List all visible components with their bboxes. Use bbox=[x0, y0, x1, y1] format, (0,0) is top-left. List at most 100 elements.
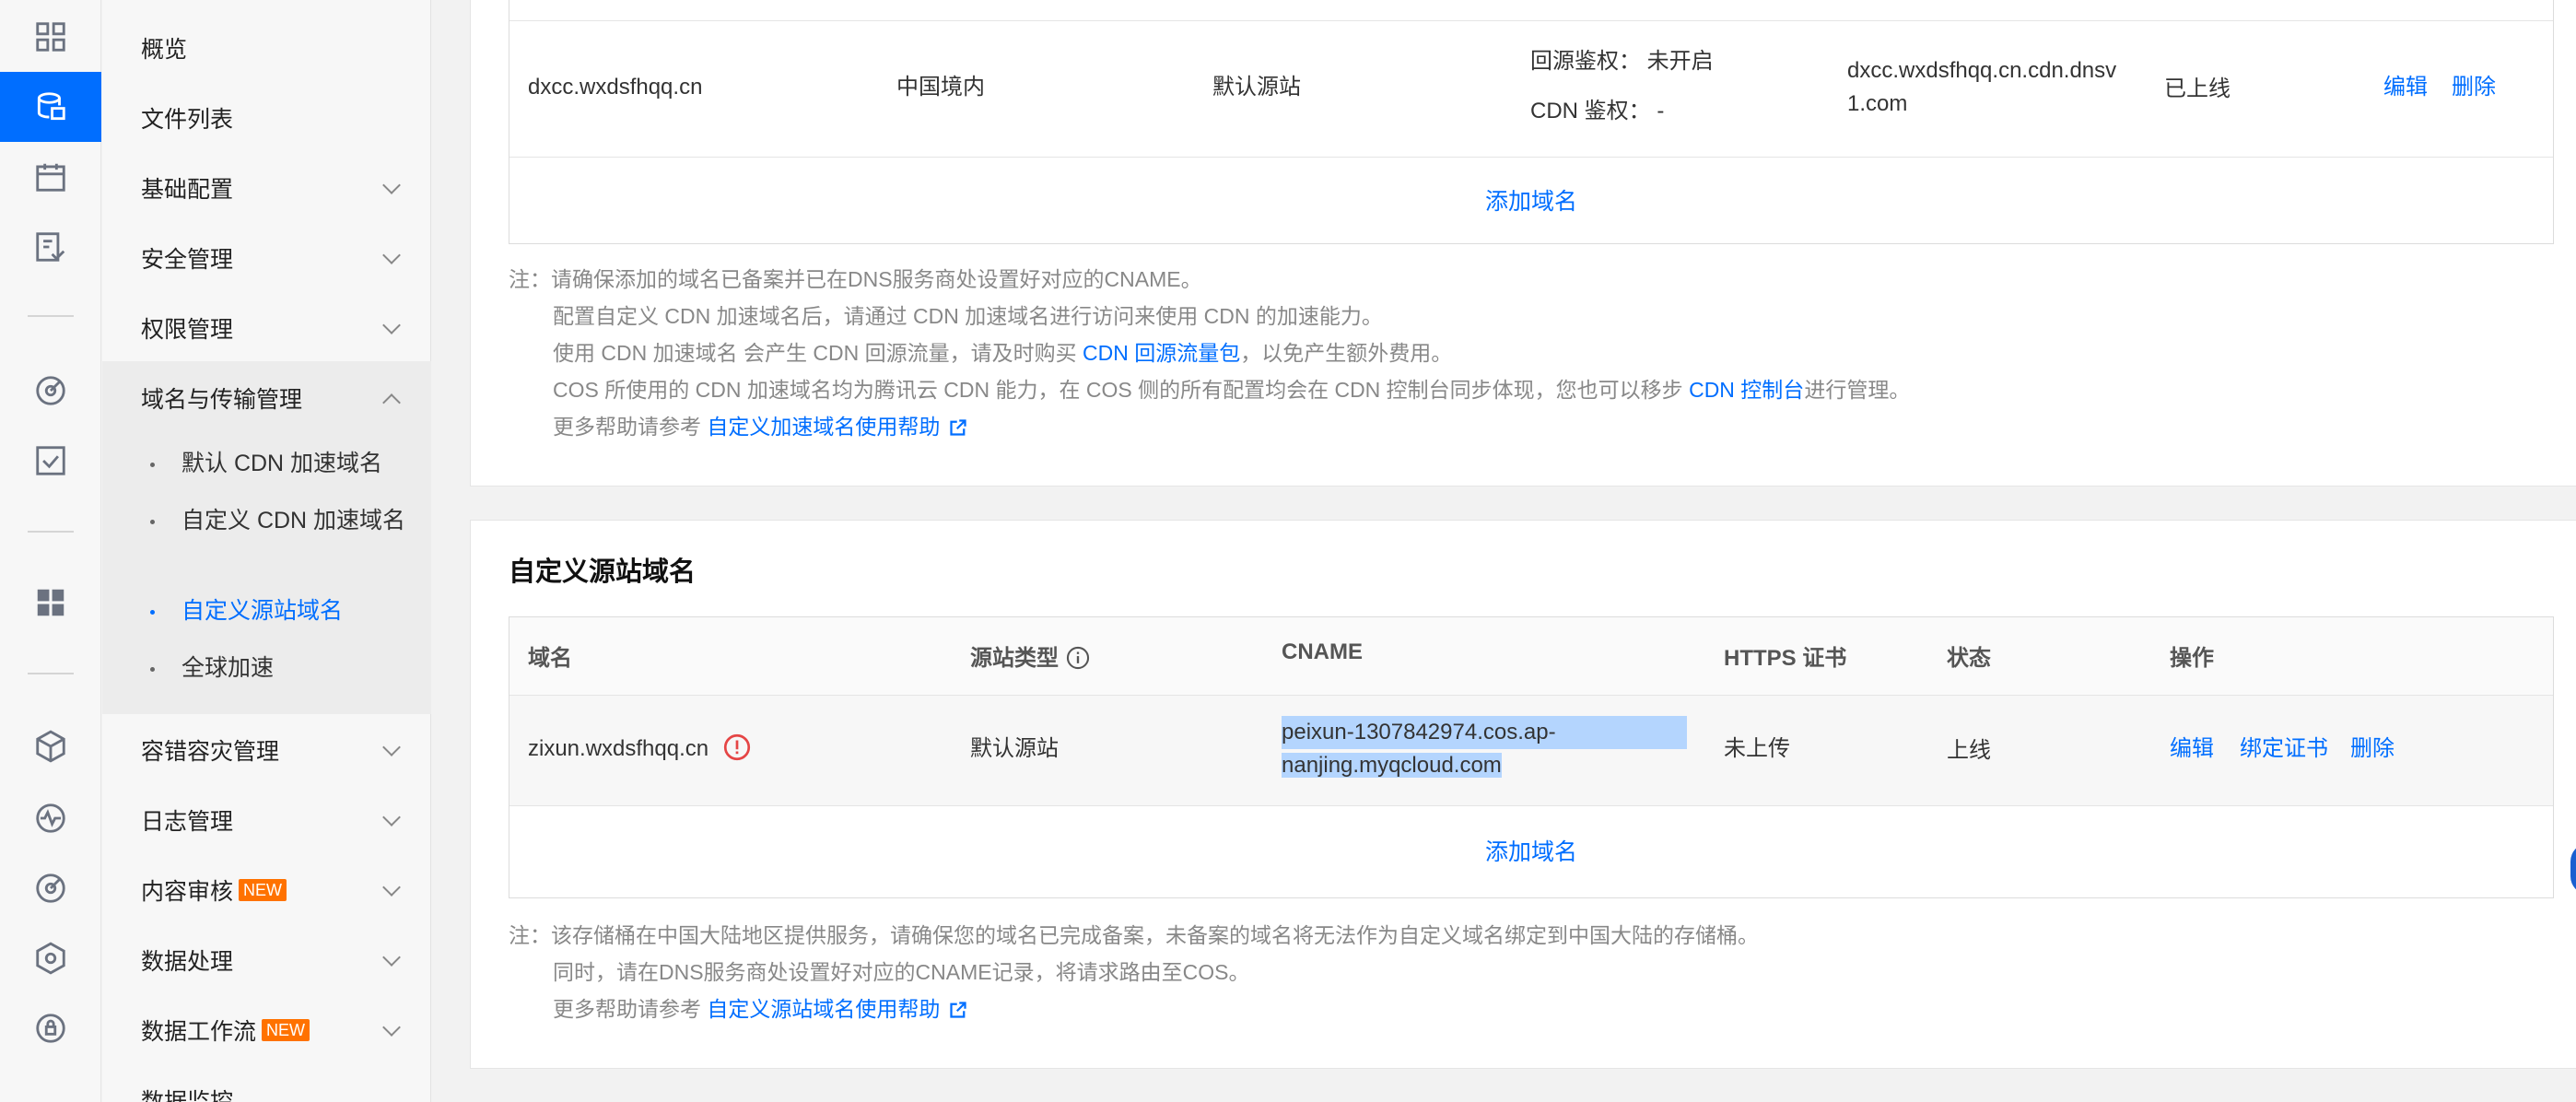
origin-notes: 注：该存储桶在中国大陆地区提供服务，请确保您的域名已完成备案，未备案的域名将无法… bbox=[509, 917, 1759, 1027]
menu-item-disaster[interactable]: 容错容灾管理 bbox=[102, 715, 431, 785]
check-square-icon[interactable] bbox=[0, 426, 101, 496]
note-text: 使用 CDN 加速域名 会产生 CDN 回源流量，请及时购买 bbox=[553, 341, 1083, 365]
menu-item-logs[interactable]: 日志管理 bbox=[102, 785, 431, 855]
menu-label: 内容审核 bbox=[141, 879, 234, 905]
sub-item-global[interactable]: 全球加速 bbox=[102, 652, 431, 684]
chevron-down-icon bbox=[382, 878, 401, 897]
chevron-down-icon bbox=[382, 246, 401, 264]
table-header: 域名 源站类型 CNAME HTTPS 证书 状态 操作 bbox=[509, 617, 2553, 695]
radar-icon[interactable] bbox=[0, 356, 101, 426]
cdn-domain-card: dxcc.wxdsfhqq.cn 中国境内 默认源站 回源鉴权： 未开启 CDN… bbox=[470, 0, 2576, 487]
hexagon-icon[interactable] bbox=[0, 923, 101, 993]
rail-divider bbox=[28, 673, 74, 674]
cdn-console-link[interactable]: CDN 控制台 bbox=[1689, 378, 1804, 402]
sub-item-default-cdn[interactable]: 默认 CDN 加速域名 bbox=[102, 448, 431, 479]
menu-item-security[interactable]: 安全管理 bbox=[102, 223, 431, 293]
bullet-icon bbox=[150, 610, 155, 615]
add-row: 添加域名 bbox=[509, 157, 2553, 243]
chevron-down-icon bbox=[382, 176, 401, 194]
note-text: ，以免产生额外费用。 bbox=[1240, 341, 1453, 365]
menu-item-workflow[interactable]: 数据工作流 NEW bbox=[102, 995, 431, 1065]
menu-label: 数据监控 bbox=[141, 1089, 234, 1102]
menu-item-file-list[interactable]: 文件列表 bbox=[102, 83, 431, 153]
status-cell: 上线 bbox=[1947, 738, 1991, 763]
icon-rail bbox=[0, 0, 101, 1102]
note-line: 更多帮助请参考 自定义源站域名使用帮助 bbox=[509, 991, 1759, 1027]
cdn-traffic-pack-link[interactable]: CDN 回源流量包 bbox=[1083, 341, 1240, 365]
grid-icon[interactable] bbox=[0, 2, 101, 72]
checklist-icon[interactable] bbox=[0, 212, 101, 282]
apps-icon[interactable] bbox=[0, 568, 101, 638]
add-domain-link[interactable]: 添加域名 bbox=[509, 183, 2553, 217]
menu-item-monitor[interactable]: 数据监控 bbox=[102, 1065, 431, 1102]
menu-item-content-audit[interactable]: 内容审核 NEW bbox=[102, 855, 431, 925]
chevron-down-icon bbox=[382, 808, 401, 826]
new-badge: NEW bbox=[239, 879, 287, 901]
sub-label: 全球加速 bbox=[181, 655, 275, 681]
sub-label: 自定义 CDN 加速域名 bbox=[181, 508, 406, 533]
cdn-domain-table: dxcc.wxdsfhqq.cn 中国境内 默认源站 回源鉴权： 未开启 CDN… bbox=[509, 0, 2554, 244]
menu-label: 文件列表 bbox=[141, 107, 234, 133]
th-cname: CNAME bbox=[1282, 639, 1363, 664]
bullet-icon bbox=[150, 520, 155, 524]
status-cell: 已上线 bbox=[2164, 76, 2231, 101]
delete-link[interactable]: 删除 bbox=[2350, 733, 2395, 766]
chevron-down-icon bbox=[382, 948, 401, 967]
note-line: 同时，请在DNS服务商处设置好对应的CNAME记录，将请求路由至COS。 bbox=[553, 960, 1250, 984]
cdn-auth-cell: CDN 鉴权： - bbox=[1530, 95, 1664, 128]
menu-label: 安全管理 bbox=[141, 247, 234, 273]
note-text: COS 所使用的 CDN 加速域名均为腾讯云 CDN 能力，在 COS 侧的所有… bbox=[553, 378, 1690, 402]
menu-label: 数据处理 bbox=[141, 949, 234, 975]
menu-item-permissions[interactable]: 权限管理 bbox=[102, 293, 431, 363]
menu-item-domain-transfer[interactable]: 域名与传输管理 bbox=[102, 363, 431, 433]
th-label: 源站类型 bbox=[970, 646, 1059, 671]
note-line: 使用 CDN 加速域名 会产生 CDN 回源流量，请及时购买 CDN 回源流量包… bbox=[509, 334, 1910, 371]
lock-circle-icon[interactable] bbox=[0, 993, 101, 1063]
menu-item-basic-config[interactable]: 基础配置 bbox=[102, 153, 431, 223]
table-row: dxcc.wxdsfhqq.cn 中国境内 默认源站 回源鉴权： 未开启 CDN… bbox=[509, 20, 2553, 157]
chevron-down-icon bbox=[382, 316, 401, 334]
info-icon[interactable] bbox=[1066, 646, 1090, 670]
add-domain-link[interactable]: 添加域名 bbox=[509, 834, 2553, 867]
auth-cell: 回源鉴权： 未开启 bbox=[1530, 45, 1714, 78]
cdn-notes: 注：请确保添加的域名已备案并已在DNS服务商处设置好对应的CNAME。 配置自定… bbox=[509, 261, 1910, 445]
sub-item-custom-cdn[interactable]: 自定义 CDN 加速域名 bbox=[102, 505, 416, 536]
region-cell: 中国境内 bbox=[896, 75, 985, 100]
menu-label: 基础配置 bbox=[141, 177, 234, 203]
table-row: zixun.wxdsfhqq.cn 默认源站 peixun-1307842974… bbox=[509, 695, 2553, 805]
note-text: 进行管理。 bbox=[1804, 378, 1911, 402]
note-line: 注：该存储桶在中国大陆地区提供服务，请确保您的域名已完成备案，未备案的域名将无法… bbox=[509, 923, 1759, 947]
menu-label: 域名与传输管理 bbox=[141, 387, 303, 413]
cube-icon[interactable] bbox=[0, 711, 101, 781]
warning-icon[interactable] bbox=[723, 733, 751, 761]
menu-item-data-process[interactable]: 数据处理 bbox=[102, 925, 431, 995]
page-title: 自定义源站域名 bbox=[509, 557, 697, 587]
edit-link[interactable]: 编辑 bbox=[2170, 733, 2214, 766]
auth-value: 未开启 bbox=[1646, 49, 1714, 74]
cname-line: dxcc.wxdsfhqq.cn.cdn.dnsv bbox=[1847, 58, 2117, 83]
bucket-icon[interactable] bbox=[0, 72, 101, 142]
origin-cell: 默认源站 bbox=[970, 736, 1059, 761]
external-link-icon bbox=[950, 419, 967, 436]
radar2-icon[interactable] bbox=[0, 853, 101, 923]
note-line: COS 所使用的 CDN 加速域名均为腾讯云 CDN 能力，在 COS 侧的所有… bbox=[509, 371, 1910, 408]
cname-cell: peixun-1307842974.cos.ap-nanjing.myqclou… bbox=[1282, 716, 1687, 782]
chevron-up-icon bbox=[382, 393, 401, 412]
th-domain: 域名 bbox=[528, 646, 572, 671]
domain-cell: zixun.wxdsfhqq.cn bbox=[528, 733, 751, 766]
cdn-help-link[interactable]: 自定义加速域名使用帮助 bbox=[707, 415, 940, 439]
cname-line: 1.com bbox=[1847, 91, 1908, 116]
origin-help-link[interactable]: 自定义源站域名使用帮助 bbox=[707, 997, 940, 1021]
menu-item-overview[interactable]: 概览 bbox=[102, 13, 431, 83]
bullet-icon bbox=[150, 667, 155, 672]
chevron-down-icon bbox=[382, 738, 401, 756]
cname-line: peixun-1307842974.cos.ap- bbox=[1282, 716, 1687, 749]
bind-cert-link[interactable]: 绑定证书 bbox=[2240, 733, 2328, 766]
sub-item-custom-origin[interactable]: 自定义源站域名 bbox=[102, 595, 431, 627]
edit-link[interactable]: 编辑 bbox=[2383, 71, 2428, 104]
domain-text: zixun.wxdsfhqq.cn bbox=[528, 736, 709, 761]
calendar-icon[interactable] bbox=[0, 142, 101, 212]
delete-link[interactable]: 删除 bbox=[2452, 71, 2496, 104]
chevron-down-icon bbox=[382, 1018, 401, 1037]
pulse-icon[interactable] bbox=[0, 783, 101, 853]
